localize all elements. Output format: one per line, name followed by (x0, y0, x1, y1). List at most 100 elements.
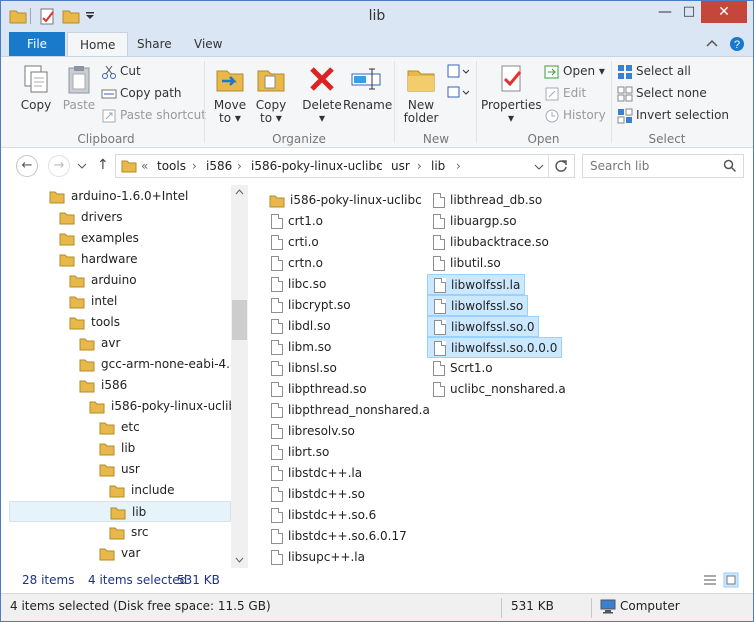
file-item[interactable]: libwolfssl.so (427, 295, 529, 316)
crumb-i586[interactable]: i586 (206, 159, 232, 173)
tree-item[interactable]: gcc-arm-none-eabi-4.8.3 (79, 354, 249, 375)
overflow-chevron[interactable]: « (141, 159, 148, 173)
file-icon (434, 299, 446, 314)
search-input[interactable]: Search lib (590, 159, 649, 173)
scroll-up-icon[interactable] (235, 189, 244, 195)
open-button[interactable]: Open ▾ (544, 61, 605, 81)
file-item[interactable]: libresolv.so (265, 421, 355, 442)
history-icon (545, 109, 559, 122)
file-item[interactable]: libdl.so (265, 316, 331, 337)
tab-file[interactable]: File (9, 32, 65, 56)
file-item[interactable]: libstdc++.so.6 (265, 505, 376, 526)
copy-to-button[interactable]: Copy to ▾ (251, 63, 291, 125)
file-item[interactable]: libpthread.so (265, 379, 367, 400)
file-item[interactable]: libuargp.so (427, 211, 517, 232)
folder-item[interactable]: i586-poky-linux-uclibc (265, 190, 422, 211)
tree-item[interactable]: hardware (59, 249, 138, 270)
file-item[interactable]: libnsl.so (265, 358, 337, 379)
paste-shortcut-button[interactable]: Paste shortcut (101, 105, 206, 125)
minimize-ribbon-icon[interactable] (706, 39, 718, 49)
invert-selection-button[interactable]: Invert selection (617, 105, 729, 125)
edit-button[interactable]: Edit (544, 83, 586, 103)
file-item[interactable]: libwolfssl.so.0 (427, 316, 540, 337)
tree-item[interactable]: arduino (69, 270, 137, 291)
file-item[interactable]: crt1.o (265, 211, 323, 232)
file-item[interactable]: libstdc++.so (265, 484, 365, 505)
search-icon[interactable] (723, 159, 737, 173)
search-box[interactable]: Search lib (582, 154, 744, 178)
cut-button[interactable]: Cut (101, 61, 141, 81)
easy-access-icon[interactable] (447, 84, 469, 100)
file-name: libuargp.so (450, 214, 517, 228)
select-none-button[interactable]: Select none (617, 83, 707, 103)
copy-path-button[interactable]: Copy path (101, 83, 182, 103)
file-item[interactable]: libc.so (265, 274, 326, 295)
address-dropdown-icon[interactable] (534, 163, 544, 171)
file-item[interactable]: libcrypt.so (265, 295, 351, 316)
recent-locations-icon[interactable] (77, 162, 87, 170)
copy-button[interactable]: Copy (13, 63, 59, 112)
file-item[interactable]: libutil.so (427, 253, 501, 274)
file-item[interactable]: libwolfssl.la (427, 274, 526, 295)
tree-item[interactable]: arduino-1.6.0+Intel (49, 186, 188, 207)
file-item[interactable]: Scrt1.o (427, 358, 493, 379)
paste-button[interactable]: Paste (59, 63, 99, 112)
tree-item[interactable]: src (109, 522, 149, 543)
crumb-lib[interactable]: lib (431, 159, 445, 173)
file-item[interactable]: libm.so (265, 337, 331, 358)
delete-button[interactable]: Delete ▾ (301, 63, 343, 125)
tree-item[interactable]: include (109, 480, 174, 501)
tree-item[interactable]: i586-poky-linux-uclibc (89, 396, 243, 417)
file-item[interactable]: uclibc_nonshared.a (427, 379, 566, 400)
move-to-button[interactable]: Move to ▾ (209, 63, 251, 125)
file-item[interactable]: crtn.o (265, 253, 323, 274)
tree-item[interactable]: examples (59, 228, 139, 249)
close-button[interactable]: ✕ (701, 1, 747, 23)
tab-share[interactable]: Share (125, 32, 184, 56)
help-icon[interactable]: ? (729, 36, 745, 52)
scroll-down-icon[interactable] (235, 557, 244, 563)
file-item[interactable]: libstdc++.la (265, 463, 362, 484)
forward-button[interactable]: → (48, 155, 70, 177)
tree-item[interactable]: drivers (59, 207, 123, 228)
tree-item[interactable]: i586 (79, 375, 127, 396)
tree-item[interactable]: usr (99, 459, 140, 480)
up-button[interactable]: ↑ (97, 157, 109, 173)
folder-icon (59, 233, 75, 245)
tree-item[interactable]: intel (69, 291, 117, 312)
tree-item[interactable]: lib (9, 501, 231, 522)
tree-item[interactable]: var (99, 543, 140, 564)
new-item-icon[interactable] (447, 63, 469, 79)
file-item[interactable]: libsupc++.la (265, 547, 365, 568)
rename-button[interactable]: Rename (343, 63, 392, 112)
tree-item[interactable]: etc (99, 417, 140, 438)
tree-item-label: hardware (81, 252, 138, 266)
tree-scrollbar[interactable] (231, 185, 248, 568)
refresh-icon[interactable] (554, 159, 568, 173)
address-bar[interactable]: « tools › i586 › i586-poky-linux-uclibc … (115, 154, 575, 178)
file-item[interactable]: libthread_db.so (427, 190, 542, 211)
scroll-thumb[interactable] (232, 300, 247, 340)
file-item[interactable]: crti.o (265, 232, 319, 253)
tree-item[interactable]: avr (79, 333, 120, 354)
crumb-tools[interactable]: tools (157, 159, 186, 173)
file-item[interactable]: libpthread_nonshared.a (265, 400, 430, 421)
back-button[interactable]: ← (16, 155, 38, 177)
tab-home[interactable]: Home (67, 32, 129, 57)
new-folder-button[interactable]: New folder (401, 63, 441, 125)
file-item[interactable]: libstdc++.so.6.0.17 (265, 526, 407, 547)
file-item[interactable]: librt.so (265, 442, 329, 463)
tree-item[interactable]: lib (99, 438, 135, 459)
history-button[interactable]: History (544, 105, 606, 125)
crumb-i586-poky-linux-uclibc[interactable]: i586-poky-linux-uclibc (251, 159, 383, 173)
tree-item[interactable]: tools (69, 312, 120, 333)
details-view-icon[interactable] (703, 574, 717, 586)
large-icons-view-icon[interactable] (723, 572, 739, 588)
tab-view[interactable]: View (182, 32, 234, 56)
select-all-button[interactable]: Select all (617, 61, 691, 81)
crumb-usr[interactable]: usr (391, 159, 410, 173)
file-item[interactable]: libubacktrace.so (427, 232, 549, 253)
file-item[interactable]: libwolfssl.so.0.0.0 (427, 337, 563, 358)
properties-button[interactable]: Properties ▾ (481, 63, 542, 125)
open-icon (544, 65, 559, 78)
